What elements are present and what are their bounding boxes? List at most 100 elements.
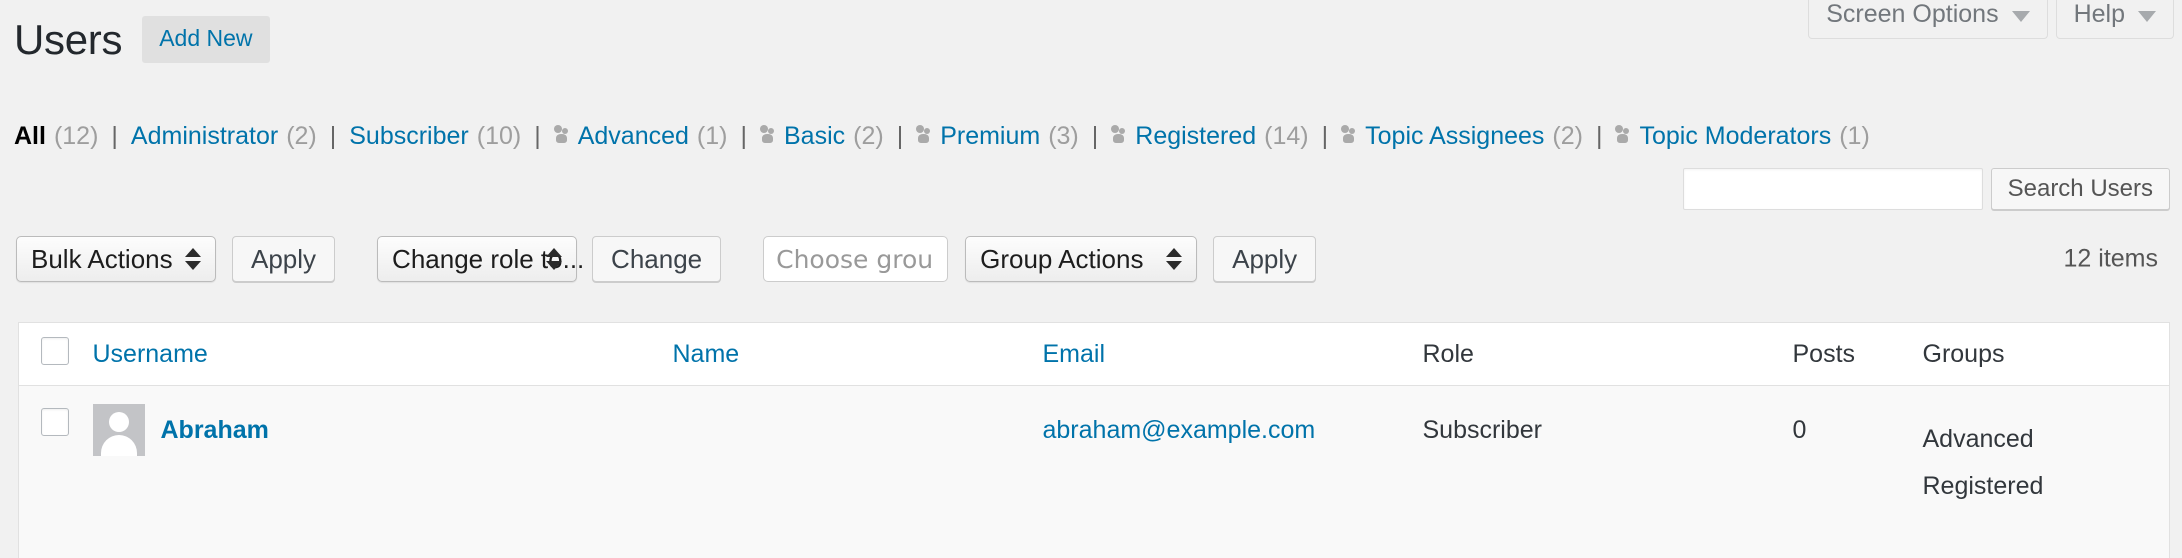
row-username-cell: Abraham: [92, 386, 673, 558]
page-header: Users Add New: [14, 15, 270, 64]
column-header-role: Role: [1422, 322, 1793, 386]
items-count: 12 items: [2063, 244, 2158, 273]
search-input[interactable]: [1682, 168, 1983, 210]
select-arrows-icon: [546, 248, 563, 270]
sort-name-link[interactable]: Name: [673, 340, 740, 368]
filter-separator: |: [111, 122, 118, 150]
users-table-head: Username Name Email Role Posts Groups: [18, 322, 2170, 386]
filter-link[interactable]: Administrator: [131, 122, 278, 151]
users-table-body: Abraham abraham@example.com Subscriber 0…: [18, 385, 2170, 558]
filter-item-advanced[interactable]: Advanced (1): [553, 122, 728, 151]
search-box: Search Users: [1682, 168, 2170, 210]
group-name: Advanced: [1922, 425, 2034, 453]
column-header-groups: Groups: [1922, 322, 2170, 386]
filter-separator: |: [329, 122, 337, 150]
groups-icon: [1341, 123, 1361, 145]
row-select-cell: [19, 386, 93, 558]
filter-link[interactable]: Registered: [1135, 122, 1256, 151]
select-arrows-icon: [185, 248, 201, 270]
screen-options-tab[interactable]: Screen Options: [1808, 0, 2048, 39]
group-apply-button[interactable]: Apply: [1213, 236, 1317, 282]
groups-icon: [916, 123, 936, 145]
group-name: Registered: [1922, 471, 2044, 500]
filter-links: All (12) | Administrator (2) | Subscriber (10) |…: [14, 122, 1870, 151]
username-link[interactable]: Abraham: [161, 404, 269, 456]
column-header-email[interactable]: Email: [1042, 322, 1423, 386]
select-all-header: [18, 322, 93, 386]
filter-item-basic[interactable]: Basic (2): [759, 122, 884, 151]
sort-email-link[interactable]: Email: [1043, 340, 1106, 368]
bulk-actions-label: Bulk Actions: [31, 243, 173, 274]
choose-groups-input[interactable]: [763, 236, 949, 282]
help-label: Help: [2073, 0, 2125, 28]
select-all-checkbox[interactable]: [41, 336, 69, 365]
filter-separator: |: [1595, 122, 1603, 150]
filter-link[interactable]: Basic: [784, 122, 845, 151]
chevron-down-icon: [2138, 11, 2156, 22]
role-header-label: Role: [1422, 339, 1474, 368]
change-role-select[interactable]: Change role to...: [377, 236, 584, 282]
sort-username-link[interactable]: Username: [93, 340, 208, 368]
email-link[interactable]: abraham@example.com: [1043, 416, 1316, 444]
filter-count: (2): [853, 122, 884, 150]
column-header-username[interactable]: Username: [92, 322, 673, 386]
filter-item-all[interactable]: All (12): [14, 122, 98, 151]
filter-link[interactable]: Topic Assignees: [1365, 122, 1544, 151]
filter-count: (3): [1048, 122, 1079, 150]
groups-icon: [553, 123, 574, 145]
filter-item-topic-moderators[interactable]: Topic Moderators (1): [1615, 122, 1870, 151]
chevron-down-icon: [2011, 11, 2030, 22]
group-actions-select[interactable]: Group Actions: [965, 236, 1198, 282]
filter-item-topic-assignees[interactable]: Topic Assignees (2): [1341, 122, 1583, 151]
role-value: Subscriber: [1422, 416, 1543, 444]
groups-icon: [1615, 123, 1635, 145]
table-header-row: Username Name Email Role Posts Groups: [18, 322, 2170, 386]
help-tab[interactable]: Help: [2055, 0, 2174, 39]
group-actions-label: Group Actions: [980, 243, 1144, 274]
filter-link[interactable]: All: [14, 122, 46, 151]
filter-link[interactable]: Topic Moderators: [1639, 122, 1831, 151]
filter-count: (1): [696, 122, 728, 150]
add-new-button[interactable]: Add New: [142, 16, 270, 64]
filter-separator: |: [740, 122, 747, 150]
filter-link[interactable]: Advanced: [578, 122, 689, 151]
row-role-cell: Subscriber: [1423, 386, 1793, 558]
users-admin-page: Screen Options Help Users Add New All (12…: [0, 0, 2182, 558]
filter-link[interactable]: Subscriber: [349, 122, 469, 151]
filter-separator: |: [1091, 122, 1099, 150]
row-name-cell: [673, 386, 1043, 558]
select-arrows-icon: [1166, 248, 1183, 270]
posts-header-label: Posts: [1792, 339, 1856, 368]
filter-item-administrator[interactable]: Administrator (2): [131, 122, 317, 151]
users-table: Username Name Email Role Posts Groups Ab…: [18, 322, 2170, 558]
column-header-posts: Posts: [1792, 322, 1923, 386]
row-posts-cell: 0: [1793, 386, 1923, 558]
filter-item-subscriber[interactable]: Subscriber (10): [349, 122, 521, 151]
bulk-actions-select[interactable]: Bulk Actions: [16, 236, 216, 282]
groups-icon: [759, 123, 780, 145]
screen-options-label: Screen Options: [1826, 0, 1999, 28]
bulk-apply-button[interactable]: Apply: [232, 236, 336, 282]
filter-separator: |: [534, 122, 541, 150]
page-title: Users: [14, 15, 123, 63]
avatar: [92, 404, 145, 456]
table-row: Abraham abraham@example.com Subscriber 0…: [18, 385, 2170, 558]
filter-count: (2): [1552, 122, 1583, 150]
filter-item-premium[interactable]: Premium (3): [916, 122, 1079, 151]
screen-meta-tabs: Screen Options Help: [1808, 0, 2174, 39]
table-navigation-top: Bulk Actions Apply Change role to... Cha…: [16, 228, 2170, 290]
row-checkbox[interactable]: [41, 408, 69, 436]
column-header-name[interactable]: Name: [672, 322, 1043, 386]
groups-icon: [1111, 123, 1131, 145]
posts-value: 0: [1792, 416, 1807, 444]
groups-header-label: Groups: [1922, 339, 2005, 368]
filter-item-registered[interactable]: Registered (14): [1111, 122, 1309, 151]
filter-count: (12): [53, 122, 99, 150]
change-role-button[interactable]: Change: [592, 236, 722, 282]
filter-separator: |: [1321, 122, 1329, 150]
row-groups-cell: Advanced Registered: [1923, 386, 2170, 558]
filter-count: (2): [286, 122, 317, 150]
search-users-button[interactable]: Search Users: [1990, 168, 2170, 210]
filter-count: (14): [1264, 122, 1309, 150]
filter-link[interactable]: Premium: [940, 122, 1040, 151]
